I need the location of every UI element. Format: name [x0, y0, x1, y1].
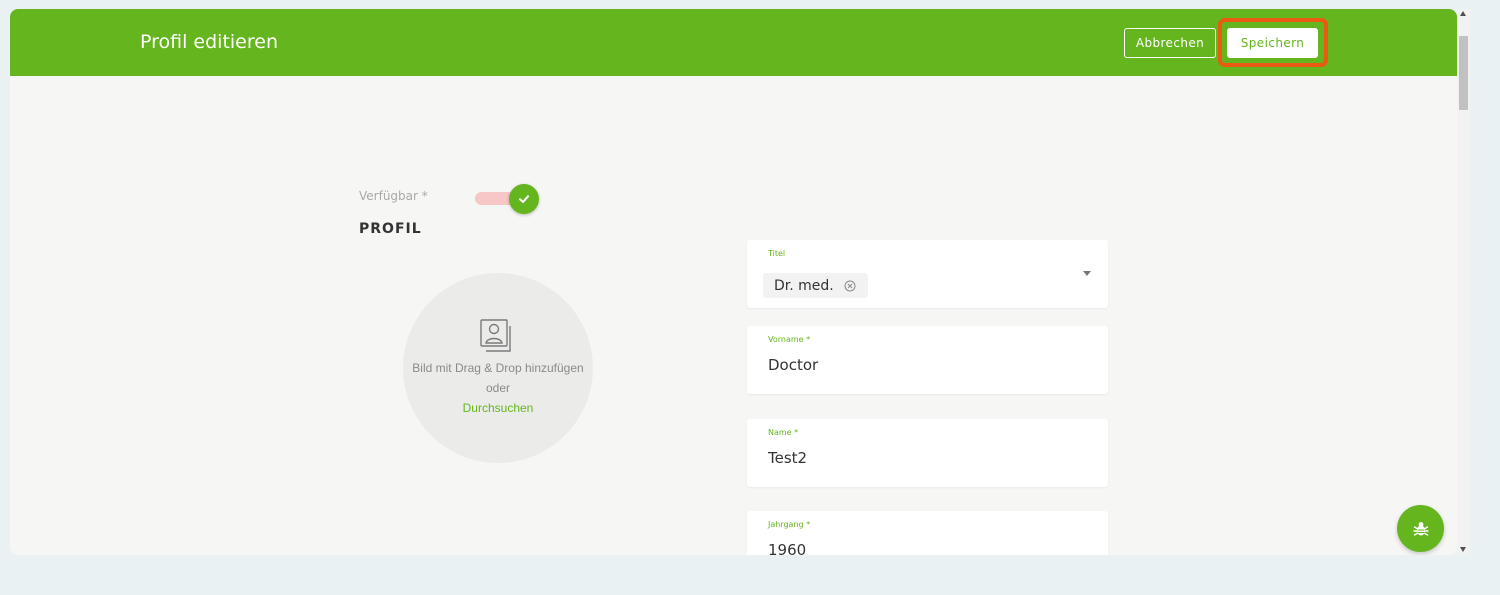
scrollbar[interactable]	[1457, 9, 1470, 555]
firstname-label: Vorname *	[768, 335, 811, 344]
chevron-down-icon[interactable]	[1083, 271, 1091, 276]
upload-hint: Bild mit Drag & Drop hinzufügen	[412, 361, 584, 375]
name-field[interactable]: Name * Test2	[747, 419, 1108, 487]
check-icon	[519, 195, 529, 203]
image-placeholder-icon	[480, 319, 511, 352]
browse-link[interactable]: Durchsuchen	[403, 398, 593, 418]
title-chip-label: Dr. med.	[774, 277, 834, 294]
year-value[interactable]: 1960	[768, 541, 806, 555]
year-label: Jahrgang *	[768, 520, 811, 529]
title-label: Titel	[768, 249, 786, 258]
availability-toggle[interactable]	[475, 184, 539, 214]
avatar-upload-dropzone[interactable]: Bild mit Drag & Drop hinzufügen oder Dur…	[403, 273, 593, 463]
profile-edit-panel: Profil editieren Abbrechen Speichern Ver…	[10, 9, 1457, 555]
close-circle-icon[interactable]	[844, 280, 856, 292]
toggle-knob[interactable]	[509, 184, 539, 214]
cancel-button[interactable]: Abbrechen	[1124, 28, 1216, 58]
header-bar: Profil editieren Abbrechen Speichern	[10, 9, 1457, 76]
availability-label: Verfügbar *	[359, 189, 428, 203]
firstname-value[interactable]: Doctor	[768, 356, 818, 374]
section-title-profile: PROFIL	[359, 221, 422, 237]
scroll-down-icon[interactable]	[1460, 547, 1466, 552]
title-select[interactable]: Titel Dr. med.	[747, 240, 1108, 308]
bug-report-button[interactable]	[1397, 505, 1444, 552]
bug-icon	[1412, 521, 1429, 536]
save-button[interactable]: Speichern	[1227, 28, 1318, 58]
year-field[interactable]: Jahrgang * 1960	[747, 511, 1108, 555]
scroll-up-icon[interactable]	[1460, 11, 1466, 16]
scroll-thumb[interactable]	[1459, 36, 1468, 110]
avatar-upload-text: Bild mit Drag & Drop hinzufügen oder Dur…	[403, 358, 593, 418]
name-value[interactable]: Test2	[768, 449, 807, 467]
name-label: Name *	[768, 428, 799, 437]
title-chip: Dr. med.	[763, 273, 868, 298]
upload-or: oder	[485, 381, 511, 395]
firstname-field[interactable]: Vorname * Doctor	[747, 326, 1108, 394]
page-title: Profil editieren	[140, 31, 279, 53]
